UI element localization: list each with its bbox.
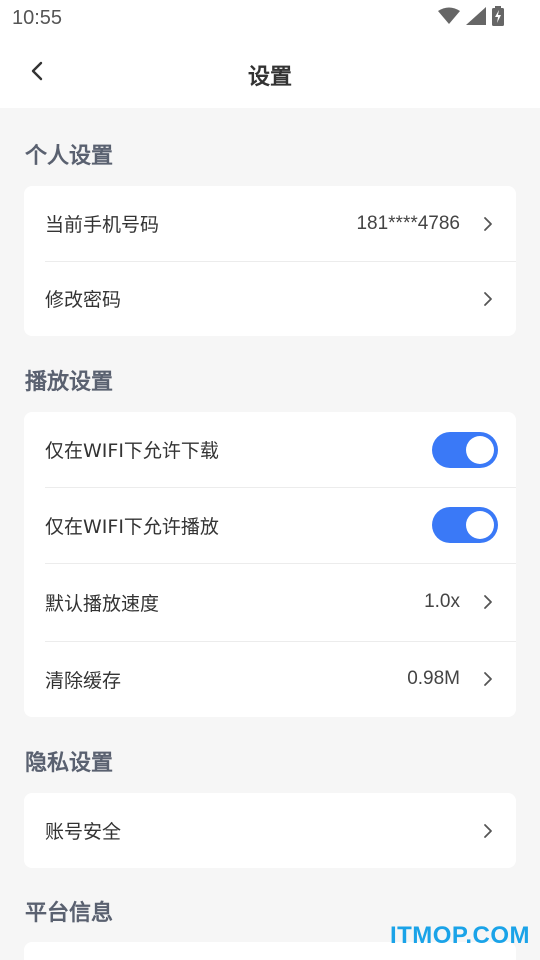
card-personal: 当前手机号码 181****4786 修改密码 [24,186,516,336]
chevron-right-icon [482,215,494,233]
toggle-knob [466,435,494,464]
battery-charging-icon [492,6,504,30]
toggle-knob [466,511,494,539]
row-account-security[interactable]: 账号安全 [24,793,516,868]
row-label: 当前手机号码 [45,214,160,236]
wifi-play-toggle[interactable] [432,507,498,543]
cache-size-value: 0.98M [407,668,460,689]
page-title: 设置 [247,65,292,90]
signal-icon [466,7,486,29]
section-title-privacy: 隐私设置 [25,751,114,776]
phone-number-value: 181****4786 [356,212,460,234]
row-label: 清除缓存 [45,669,122,692]
playback-speed-value: 1.0x [424,591,460,612]
wifi-icon [438,7,460,29]
row-phone-number[interactable]: 当前手机号码 181****4786 [24,186,516,261]
row-label: 仅在WIFI下允许下载 [45,440,219,462]
status-bar: 10:55 [0,0,540,38]
wifi-download-toggle[interactable] [432,431,498,468]
chevron-right-icon [482,822,494,840]
row-wifi-play: 仅在WIFI下允许播放 [24,487,516,563]
row-playback-speed[interactable]: 默认播放速度 1.0x [24,563,516,641]
status-icons [438,6,504,30]
chevron-right-icon [482,670,494,688]
chevron-right-icon [482,290,494,308]
card-playback: 仅在WIFI下允许下载 仅在WIFI下允许播放 默认播放速度 1.0x 清除缓存… [24,412,516,717]
card-privacy: 账号安全 [24,793,516,868]
row-label: 修改密码 [45,289,122,311]
row-wifi-download: 仅在WIFI下允许下载 [24,412,516,487]
watermark-logo: ITMOP.COM [389,922,530,949]
nav-bar: 设置 [0,38,540,108]
section-title-personal: 个人设置 [25,144,114,169]
row-change-password[interactable]: 修改密码 [24,261,516,336]
row-label: 默认播放速度 [45,592,160,615]
chevron-right-icon [482,593,494,611]
row-label: 仅在WIFI下允许播放 [45,515,219,538]
section-title-platform: 平台信息 [25,901,114,926]
status-time: 10:55 [12,7,63,29]
row-clear-cache[interactable]: 清除缓存 0.98M [24,641,516,717]
row-label: 账号安全 [45,821,122,843]
section-title-playback: 播放设置 [25,370,114,395]
